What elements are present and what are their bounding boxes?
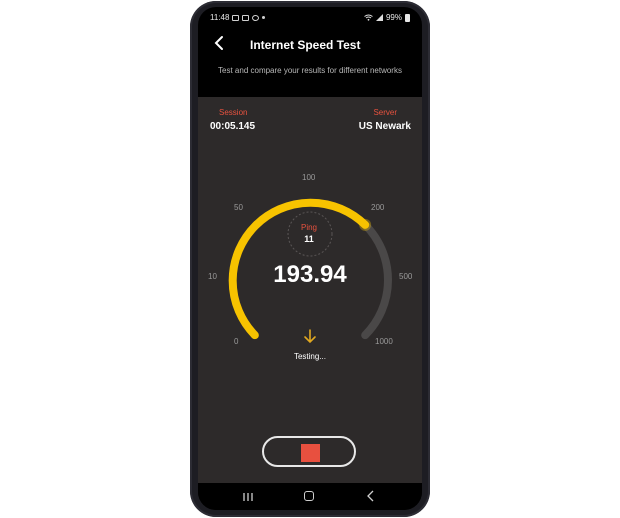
recent-apps-icon[interactable] bbox=[242, 492, 254, 502]
page-title: Internet Speed Test bbox=[250, 38, 361, 52]
tick-label: 50 bbox=[234, 203, 243, 212]
tick-label: 1000 bbox=[375, 337, 393, 346]
stop-test-button[interactable] bbox=[262, 436, 356, 467]
battery-percent: 99% bbox=[385, 13, 402, 22]
speed-test-panel: Session 00:05.145 Server US Newark 0 10 … bbox=[198, 97, 422, 483]
gauge-track bbox=[361, 220, 392, 340]
phone-frame: 11:48 99% Internet Speed Test Test and c… bbox=[190, 1, 430, 517]
tick-label: 100 bbox=[302, 173, 316, 182]
speed-value: 193.94 bbox=[273, 261, 347, 288]
ping-value: 11 bbox=[304, 234, 314, 244]
back-arrow-icon[interactable] bbox=[212, 35, 226, 51]
page-subtitle: Test and compare your results for differ… bbox=[218, 66, 402, 75]
tick-label: 200 bbox=[371, 203, 385, 212]
back-icon[interactable] bbox=[366, 490, 376, 502]
tick-label: 500 bbox=[399, 272, 413, 281]
app-notification-icon bbox=[252, 14, 260, 21]
tick-label: 0 bbox=[234, 337, 239, 346]
app-screen: 11:48 99% Internet Speed Test Test and c… bbox=[198, 7, 422, 510]
system-nav-bar bbox=[198, 483, 422, 510]
tick-label: 10 bbox=[208, 272, 217, 281]
speed-gauge bbox=[228, 198, 392, 340]
status-bar: 11:48 99% bbox=[198, 7, 422, 27]
gallery-icon bbox=[242, 14, 250, 21]
status-time: 11:48 bbox=[210, 13, 230, 22]
gauge-needle-glow bbox=[359, 218, 372, 231]
battery-icon bbox=[405, 13, 410, 22]
more-notifications-icon bbox=[262, 16, 266, 19]
signal-icon bbox=[375, 14, 383, 21]
stop-square-icon bbox=[301, 444, 320, 462]
download-arrow-icon bbox=[304, 329, 316, 344]
home-icon[interactable] bbox=[304, 491, 314, 501]
notification-icon bbox=[232, 14, 240, 21]
test-status: Testing... bbox=[293, 352, 326, 361]
wifi-icon bbox=[364, 14, 373, 21]
app-header: Internet Speed Test bbox=[198, 29, 422, 59]
ping-label: Ping bbox=[300, 223, 317, 232]
